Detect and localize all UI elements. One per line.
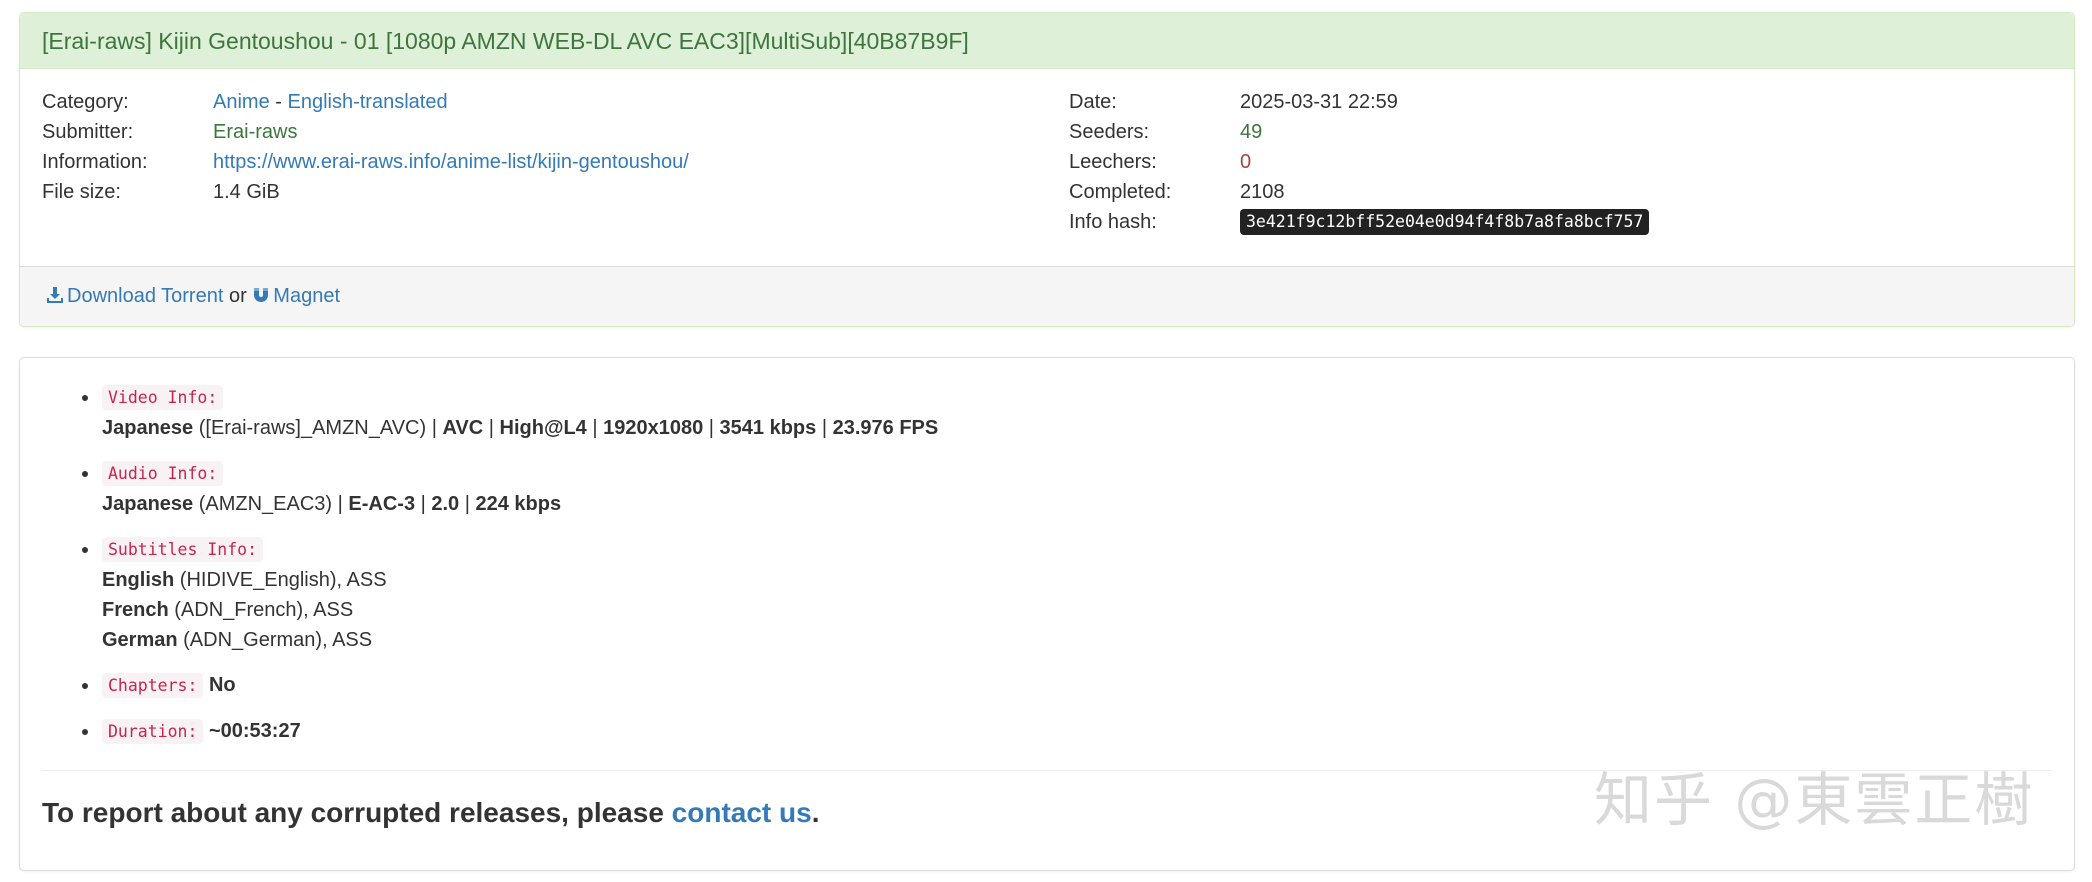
contact-us-link[interactable]: contact us bbox=[672, 797, 812, 828]
subtitle-language: German bbox=[102, 629, 178, 651]
video-info-tag: Video Info: bbox=[102, 385, 224, 410]
chapters-value: No bbox=[208, 674, 236, 696]
submitter-link[interactable]: Erai-raws bbox=[213, 117, 297, 147]
leechers-value: 0 bbox=[1240, 151, 1252, 173]
zhihu-watermark: 知乎 @東雲正樹 bbox=[1594, 766, 2035, 834]
duration-tag: Duration: bbox=[102, 719, 204, 744]
audio-language: Japanese bbox=[102, 493, 194, 515]
information-row: Information: https://www.erai-raws.info/… bbox=[42, 147, 1002, 177]
torrent-title: [Erai-raws] Kijin Gentoushou - 01 [1080p… bbox=[20, 13, 2074, 69]
media-info-list: Video Info: Japanese ([Erai-raws]_AMZN_A… bbox=[82, 382, 2002, 762]
video-info-item: Video Info: Japanese ([Erai-raws]_AMZN_A… bbox=[82, 382, 2002, 443]
audio-info-item: Audio Info: Japanese (AMZN_EAC3) | E-AC-… bbox=[82, 458, 2002, 519]
magnet-label: Magnet bbox=[273, 285, 341, 307]
audio-bitrate: 224 kbps bbox=[475, 493, 562, 515]
audio-track: (AMZN_EAC3) | bbox=[193, 493, 349, 515]
category-separator: - bbox=[269, 91, 288, 113]
seeders-label: Seeders: bbox=[1069, 121, 1150, 143]
audio-sep: | bbox=[459, 493, 476, 515]
date-row: Date: 2025-03-31 22:59 bbox=[1069, 87, 2029, 117]
category-row: Category: Anime - English-translated bbox=[42, 87, 1002, 117]
duration-info-item: Duration: ~00:53:27 bbox=[82, 716, 2002, 747]
chapters-tag: Chapters: bbox=[102, 673, 204, 698]
chapters-info-item: Chapters: No bbox=[82, 670, 2002, 701]
video-sep: | bbox=[816, 417, 833, 439]
audio-channels: 2.0 bbox=[431, 493, 460, 515]
information-link[interactable]: https://www.erai-raws.info/anime-list/ki… bbox=[213, 147, 689, 177]
video-language: Japanese bbox=[102, 417, 194, 439]
duration-value: ~00:53:27 bbox=[208, 720, 301, 742]
filesize-value: 1.4 GiB bbox=[213, 181, 280, 203]
subtitle-language: French bbox=[102, 599, 169, 621]
leechers-label: Leechers: bbox=[1069, 151, 1157, 173]
subtitle-detail: (HIDIVE_English), ASS bbox=[174, 569, 387, 591]
infohash-label: Info hash: bbox=[1069, 211, 1157, 233]
information-label: Information: bbox=[42, 151, 148, 173]
report-notice: To report about any corrupted releases, … bbox=[42, 793, 819, 833]
download-torrent-link[interactable]: Download Torrent bbox=[46, 285, 223, 307]
video-codec: AVC bbox=[442, 417, 484, 439]
subtitles-info-tag: Subtitles Info: bbox=[102, 537, 264, 562]
subtitle-german: German (ADN_German), ASS bbox=[102, 625, 2002, 655]
submitter-label: Submitter: bbox=[42, 121, 134, 143]
seeders-value: 49 bbox=[1240, 121, 1263, 143]
report-end: . bbox=[811, 797, 820, 828]
torrent-actions: Download Torrent or Magnet bbox=[20, 266, 2074, 326]
category-english-translated-link[interactable]: English-translated bbox=[287, 91, 447, 113]
torrent-details: Category: Anime - English-translated Sub… bbox=[20, 69, 2074, 265]
video-profile: High@L4 bbox=[499, 417, 587, 439]
date-value: 2025-03-31 22:59 bbox=[1240, 91, 1398, 113]
video-info-line: Japanese ([Erai-raws]_AMZN_AVC) | AVC | … bbox=[102, 413, 2002, 443]
video-sep: | bbox=[586, 417, 604, 439]
audio-info-tag: Audio Info: bbox=[102, 461, 224, 486]
video-resolution: 1920x1080 bbox=[603, 417, 704, 439]
or-text: or bbox=[223, 285, 253, 307]
subtitle-english: English (HIDIVE_English), ASS bbox=[102, 565, 2002, 595]
submitter-row: Submitter: Erai-raws bbox=[42, 117, 1002, 147]
subtitle-language: English bbox=[102, 569, 175, 591]
download-icon bbox=[46, 285, 67, 307]
seeders-row: Seeders: 49 bbox=[1069, 117, 2029, 147]
audio-sep: | bbox=[415, 493, 432, 515]
video-fps: 23.976 FPS bbox=[832, 417, 939, 439]
category-value: Anime - English-translated bbox=[213, 87, 448, 117]
audio-codec: E-AC-3 bbox=[348, 493, 416, 515]
magnet-icon bbox=[252, 285, 273, 307]
magnet-link[interactable]: Magnet bbox=[252, 285, 340, 307]
video-sep: | bbox=[483, 417, 500, 439]
audio-info-line: Japanese (AMZN_EAC3) | E-AC-3 | 2.0 | 22… bbox=[102, 489, 2002, 519]
report-text: To report about any corrupted releases, … bbox=[42, 797, 672, 828]
filesize-label: File size: bbox=[42, 181, 121, 203]
subtitles-info-item: Subtitles Info: English (HIDIVE_English)… bbox=[82, 534, 2002, 655]
date-label: Date: bbox=[1069, 91, 1117, 113]
completed-label: Completed: bbox=[1069, 181, 1172, 203]
video-bitrate: 3541 kbps bbox=[719, 417, 817, 439]
subtitle-detail: (ADN_French), ASS bbox=[168, 599, 354, 621]
subtitle-french: French (ADN_French), ASS bbox=[102, 595, 2002, 625]
subtitle-detail: (ADN_German), ASS bbox=[177, 629, 373, 651]
category-label: Category: bbox=[42, 91, 129, 113]
filesize-row: File size: 1.4 GiB bbox=[42, 177, 1002, 207]
torrent-info-panel: [Erai-raws] Kijin Gentoushou - 01 [1080p… bbox=[19, 12, 2075, 327]
leechers-row: Leechers: 0 bbox=[1069, 147, 2029, 177]
download-torrent-label: Download Torrent bbox=[67, 285, 224, 307]
video-track: ([Erai-raws]_AMZN_AVC) | bbox=[193, 417, 443, 439]
completed-value: 2108 bbox=[1240, 181, 1285, 203]
infohash-value[interactable]: 3e421f9c12bff52e04e0d94f4f8b7a8fa8bcf757 bbox=[1240, 209, 1650, 235]
completed-row: Completed: 2108 bbox=[1069, 177, 2029, 207]
infohash-row: Info hash: 3e421f9c12bff52e04e0d94f4f8b7… bbox=[1069, 207, 2029, 237]
category-anime-link[interactable]: Anime bbox=[213, 91, 270, 113]
video-sep: | bbox=[703, 417, 720, 439]
